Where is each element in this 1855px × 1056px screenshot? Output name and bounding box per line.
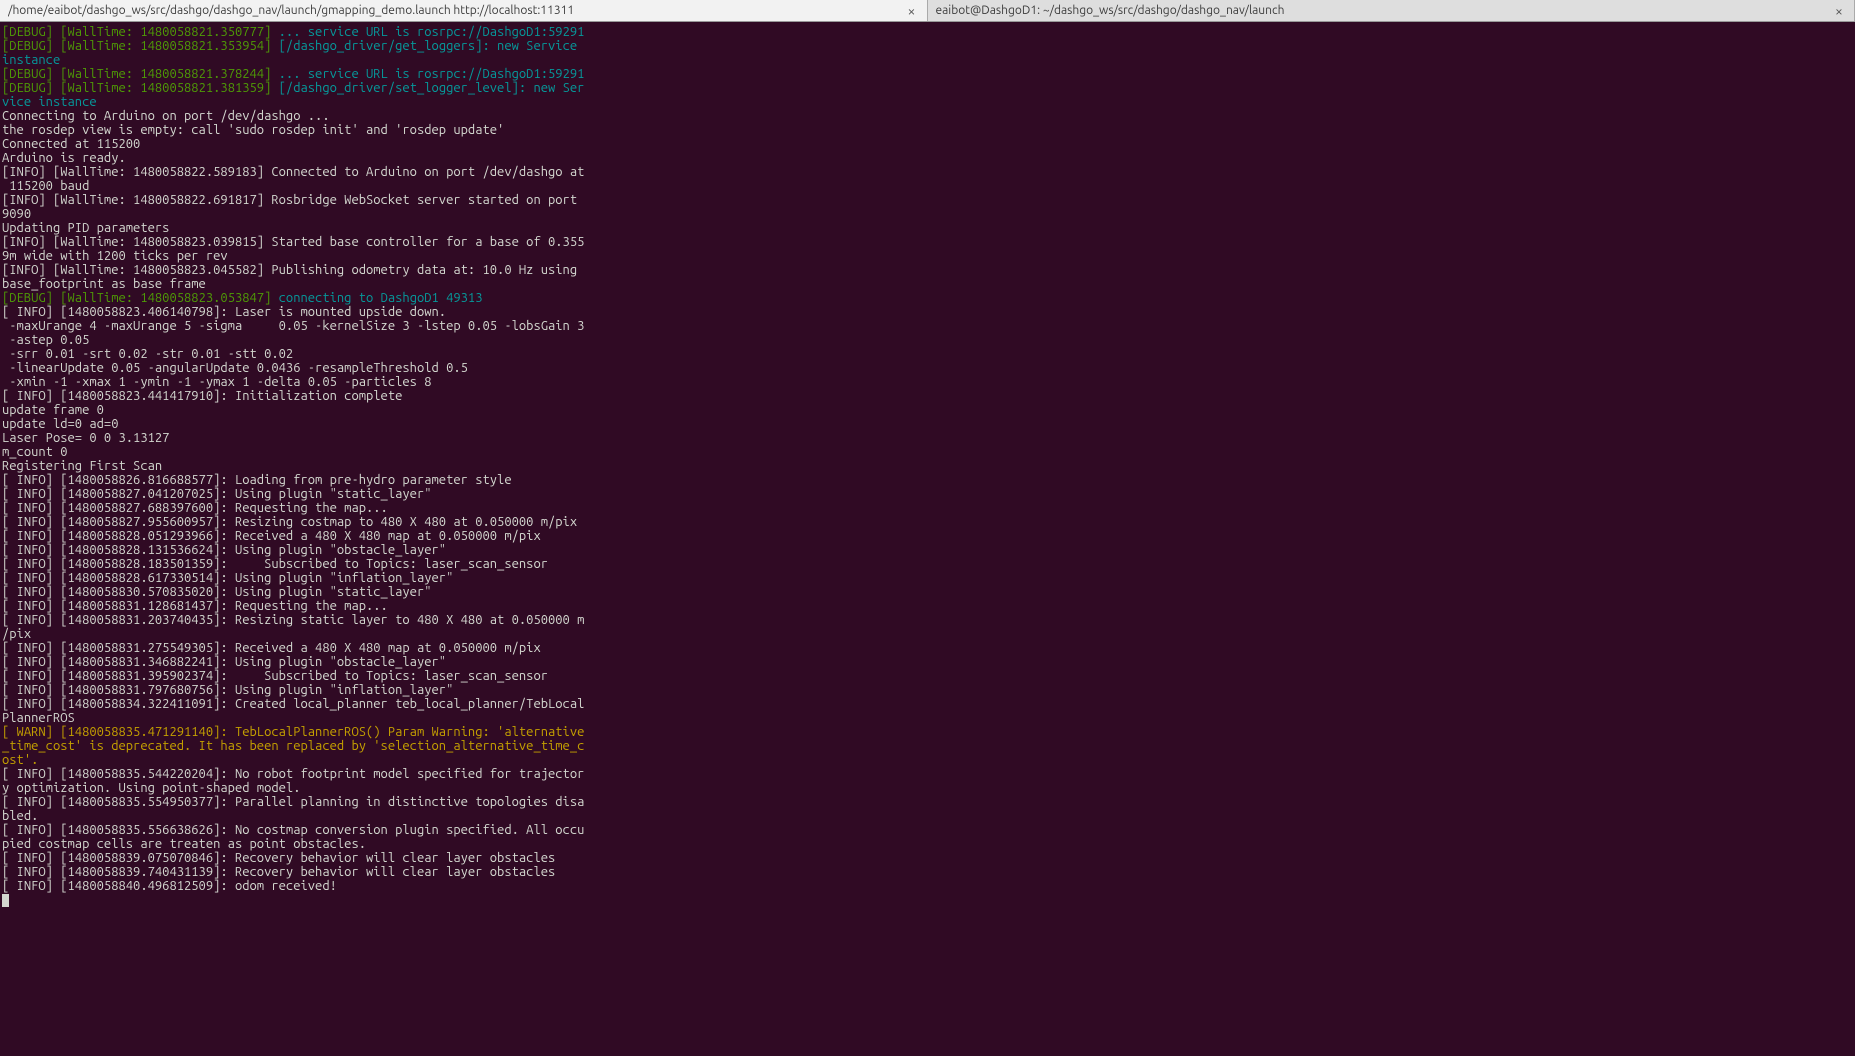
- log-line: Laser Pose= 0 0 3.13127: [2, 431, 1853, 445]
- log-line: [ INFO] [1480058831.797680756]: Using pl…: [2, 683, 1853, 697]
- log-line: 115200 baud: [2, 179, 1853, 193]
- log-line: -xmin -1 -xmax 1 -ymin -1 -ymax 1 -delta…: [2, 375, 1853, 389]
- log-line: [ INFO] [1480058831.203740435]: Resizing…: [2, 613, 1853, 627]
- close-icon[interactable]: ×: [1832, 4, 1846, 18]
- log-line: vice instance: [2, 95, 1853, 109]
- tab-title: eaibot@DashgoD1: ~/dashgo_ws/src/dashgo/…: [936, 4, 1825, 18]
- log-line: [ INFO] [1480058835.544220204]: No robot…: [2, 767, 1853, 781]
- log-line: [ INFO] [1480058831.346882241]: Using pl…: [2, 655, 1853, 669]
- log-line: Connecting to Arduino on port /dev/dashg…: [2, 109, 1853, 123]
- log-line: [ INFO] [1480058831.128681437]: Requesti…: [2, 599, 1853, 613]
- prompt-line[interactable]: [2, 893, 1853, 907]
- log-line: _time_cost' is deprecated. It has been r…: [2, 739, 1853, 753]
- terminal-tab-1[interactable]: eaibot@DashgoD1: ~/dashgo_ws/src/dashgo/…: [928, 0, 1855, 21]
- log-line: the rosdep view is empty: call 'sudo ros…: [2, 123, 1853, 137]
- log-line: [ INFO] [1480058828.051293966]: Received…: [2, 529, 1853, 543]
- log-line: [ INFO] [1480058834.322411091]: Created …: [2, 697, 1853, 711]
- log-line: -srr 0.01 -srt 0.02 -str 0.01 -stt 0.02: [2, 347, 1853, 361]
- log-line: ost'.: [2, 753, 1853, 767]
- log-line: /pix: [2, 627, 1853, 641]
- log-line: [DEBUG] [WallTime: 1480058821.350777] ..…: [2, 25, 1853, 39]
- log-line: [ WARN] [1480058835.471291140]: TebLocal…: [2, 725, 1853, 739]
- cursor: [2, 894, 9, 907]
- log-line: y optimization. Using point-shaped model…: [2, 781, 1853, 795]
- log-line: [INFO] [WallTime: 1480058823.045582] Pub…: [2, 263, 1853, 277]
- log-line: [INFO] [WallTime: 1480058822.589183] Con…: [2, 165, 1853, 179]
- log-line: [ INFO] [1480058828.183501359]: Subscrib…: [2, 557, 1853, 571]
- log-line: [DEBUG] [WallTime: 1480058821.381359] [/…: [2, 81, 1853, 95]
- log-line: -astep 0.05: [2, 333, 1853, 347]
- log-line: [DEBUG] [WallTime: 1480058821.353954] [/…: [2, 39, 1853, 53]
- log-line: Registering First Scan: [2, 459, 1853, 473]
- log-line: [ INFO] [1480058835.556638626]: No costm…: [2, 823, 1853, 837]
- log-line: m_count 0: [2, 445, 1853, 459]
- log-line: 9m wide with 1200 ticks per rev: [2, 249, 1853, 263]
- log-line: 9090: [2, 207, 1853, 221]
- log-line: -linearUpdate 0.05 -angularUpdate 0.0436…: [2, 361, 1853, 375]
- log-line: [ INFO] [1480058839.740431139]: Recovery…: [2, 865, 1853, 879]
- log-line: [ INFO] [1480058831.275549305]: Received…: [2, 641, 1853, 655]
- log-line: [DEBUG] [WallTime: 1480058823.053847] co…: [2, 291, 1853, 305]
- log-line: Connected at 115200: [2, 137, 1853, 151]
- log-line: [ INFO] [1480058823.441417910]: Initiali…: [2, 389, 1853, 403]
- close-icon[interactable]: ×: [905, 4, 919, 18]
- log-line: update frame 0: [2, 403, 1853, 417]
- tabbar: /home/eaibot/dashgo_ws/src/dashgo/dashgo…: [0, 0, 1855, 22]
- terminal-tab-0[interactable]: /home/eaibot/dashgo_ws/src/dashgo/dashgo…: [0, 0, 928, 21]
- tab-title: /home/eaibot/dashgo_ws/src/dashgo/dashgo…: [8, 4, 897, 18]
- log-line: [ INFO] [1480058835.554950377]: Parallel…: [2, 795, 1853, 809]
- log-line: [DEBUG] [WallTime: 1480058821.378244] ..…: [2, 67, 1853, 81]
- log-line: [ INFO] [1480058823.406140798]: Laser is…: [2, 305, 1853, 319]
- log-line: [ INFO] [1480058827.041207025]: Using pl…: [2, 487, 1853, 501]
- log-line: base_footprint as base frame: [2, 277, 1853, 291]
- log-line: instance: [2, 53, 1853, 67]
- log-line: bled.: [2, 809, 1853, 823]
- log-line: [INFO] [WallTime: 1480058822.691817] Ros…: [2, 193, 1853, 207]
- log-line: [ INFO] [1480058830.570835020]: Using pl…: [2, 585, 1853, 599]
- log-line: [INFO] [WallTime: 1480058823.039815] Sta…: [2, 235, 1853, 249]
- log-line: Updating PID parameters: [2, 221, 1853, 235]
- log-line: Arduino is ready.: [2, 151, 1853, 165]
- log-line: [ INFO] [1480058831.395902374]: Subscrib…: [2, 669, 1853, 683]
- log-line: -maxUrange 4 -maxUrange 5 -sigma 0.05 -k…: [2, 319, 1853, 333]
- terminal-output[interactable]: [DEBUG] [WallTime: 1480058821.350777] ..…: [0, 22, 1855, 910]
- log-line: PlannerROS: [2, 711, 1853, 725]
- log-line: update ld=0 ad=0: [2, 417, 1853, 431]
- log-line: [ INFO] [1480058840.496812509]: odom rec…: [2, 879, 1853, 893]
- log-line: [ INFO] [1480058826.816688577]: Loading …: [2, 473, 1853, 487]
- log-line: [ INFO] [1480058827.955600957]: Resizing…: [2, 515, 1853, 529]
- log-line: [ INFO] [1480058827.688397600]: Requesti…: [2, 501, 1853, 515]
- log-line: [ INFO] [1480058839.075070846]: Recovery…: [2, 851, 1853, 865]
- log-line: pied costmap cells are treaten as point …: [2, 837, 1853, 851]
- log-line: [ INFO] [1480058828.617330514]: Using pl…: [2, 571, 1853, 585]
- log-line: [ INFO] [1480058828.131536624]: Using pl…: [2, 543, 1853, 557]
